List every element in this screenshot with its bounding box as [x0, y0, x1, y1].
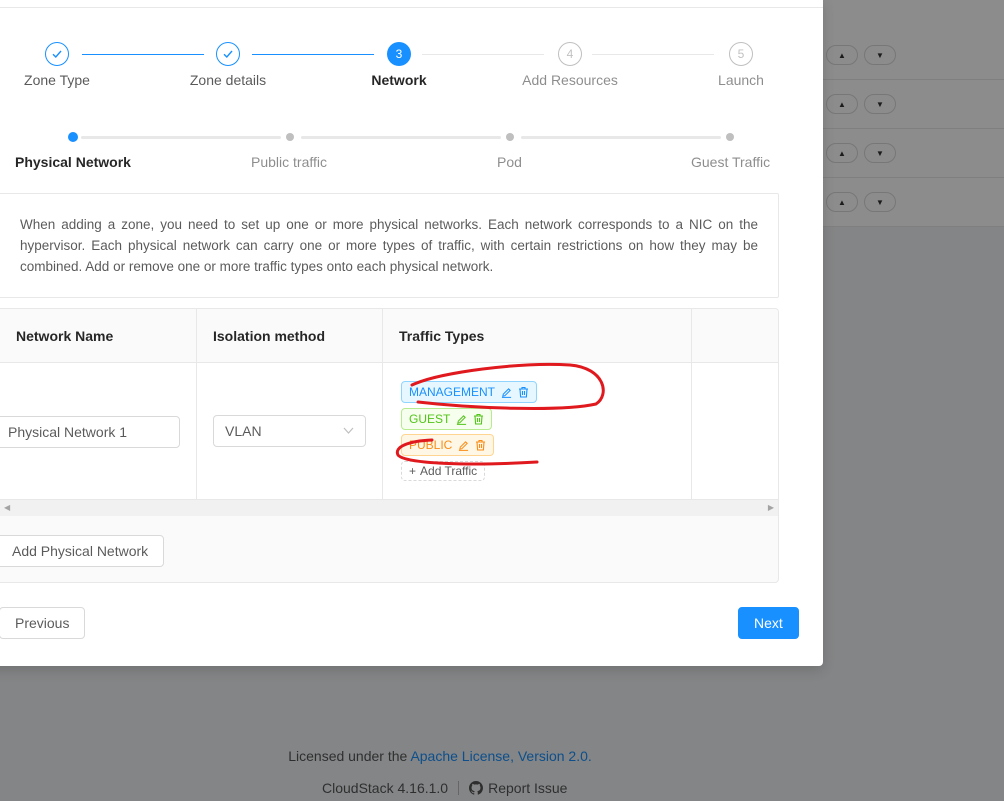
substep-connector: [521, 136, 721, 139]
step-label: Network: [371, 72, 427, 88]
step-network: 3 Network: [344, 40, 454, 88]
previous-button[interactable]: Previous: [0, 607, 86, 639]
delete-icon[interactable]: [475, 439, 486, 451]
traffic-tag-public: PUBLIC: [401, 434, 495, 456]
check-icon: [216, 42, 240, 66]
table-header: Network Name Isolation method Traffic Ty…: [0, 309, 778, 363]
horizontal-scrollbar[interactable]: ◀ ▶: [0, 500, 778, 516]
add-traffic-label: Add Traffic: [420, 464, 478, 478]
scroll-left-icon[interactable]: ◀: [4, 503, 10, 512]
isolation-method-value: VLAN: [225, 423, 262, 439]
step-label: Launch: [718, 72, 764, 88]
step-number: 5: [729, 42, 753, 66]
substep-physical-network: Physical Network: [15, 154, 131, 170]
substep-public-traffic: Public traffic: [251, 154, 327, 170]
edit-icon[interactable]: [458, 440, 469, 451]
substep-dot[interactable]: [506, 133, 514, 141]
cell-actions: [692, 363, 778, 500]
network-substeps: Physical Network Public traffic Pod Gues…: [0, 128, 803, 178]
table-row: Physical Network 1 VLAN MANAGEMENT GUEST: [0, 363, 778, 500]
check-icon: [45, 42, 69, 66]
traffic-tag-label: PUBLIC: [409, 438, 453, 452]
step-label: Zone Type: [24, 72, 90, 88]
plus-icon: +: [409, 464, 417, 478]
step-number: 4: [558, 42, 582, 66]
add-traffic-button[interactable]: + Add Traffic: [401, 461, 486, 481]
step-number: 3: [387, 42, 411, 66]
step-label: Zone details: [189, 72, 267, 88]
delete-icon[interactable]: [518, 386, 529, 398]
traffic-tag-label: MANAGEMENT: [409, 385, 496, 399]
step-label: Add Resources: [522, 72, 618, 88]
isolation-method-select[interactable]: VLAN: [213, 415, 366, 447]
substep-connector: [301, 136, 501, 139]
step-zone-type: Zone Type: [2, 40, 112, 88]
step-add-resources: 4 Add Resources: [515, 40, 625, 88]
add-physical-network-button[interactable]: Add Physical Network: [0, 535, 165, 567]
traffic-tag-management: MANAGEMENT: [401, 381, 538, 403]
chevron-down-icon: [343, 416, 354, 459]
modal-header-divider: [0, 0, 823, 8]
substep-pod: Pod: [497, 154, 522, 170]
next-button[interactable]: Next: [738, 607, 799, 639]
delete-icon[interactable]: [473, 413, 484, 425]
scroll-right-icon[interactable]: ▶: [768, 503, 774, 512]
substep-dot[interactable]: [286, 133, 294, 141]
column-actions: [692, 309, 778, 363]
cell-traffic-types: MANAGEMENT GUEST PUBLIC + Add Traffic: [383, 363, 692, 500]
description-text: When adding a zone, you need to set up o…: [20, 217, 758, 274]
cell-network-name: Physical Network 1: [0, 363, 197, 500]
substep-guest-traffic: Guest Traffic: [691, 154, 771, 170]
network-name-input[interactable]: Physical Network 1: [0, 416, 180, 448]
substep-dot[interactable]: [68, 132, 78, 142]
step-zone-details: Zone details: [173, 40, 283, 88]
edit-icon[interactable]: [501, 387, 512, 398]
edit-icon[interactable]: [456, 414, 467, 425]
traffic-tag-guest: GUEST: [401, 408, 493, 430]
zone-wizard-modal: Zone Type Zone details 3 Network 4 Add R…: [0, 0, 823, 666]
physical-network-table: Network Name Isolation method Traffic Ty…: [0, 308, 779, 583]
column-network-name: Network Name: [0, 309, 197, 363]
column-isolation-method: Isolation method: [197, 309, 383, 363]
substep-dot[interactable]: [726, 133, 734, 141]
step-launch: 5 Launch: [686, 40, 796, 88]
column-traffic-types: Traffic Types: [383, 309, 692, 363]
cell-isolation-method: VLAN: [197, 363, 383, 500]
description-box: When adding a zone, you need to set up o…: [0, 193, 779, 298]
substep-connector: [81, 136, 281, 139]
traffic-tag-label: GUEST: [409, 412, 451, 426]
wizard-steps: Zone Type Zone details 3 Network 4 Add R…: [0, 40, 803, 100]
